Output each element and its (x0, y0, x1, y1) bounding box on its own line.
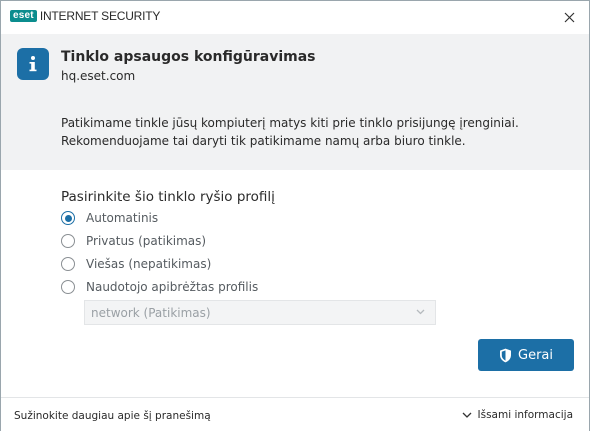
close-icon (564, 12, 574, 22)
header-panel: Tinklo apsaugos konfigūravimas hq.eset.c… (1, 34, 589, 170)
radio-button[interactable] (61, 257, 75, 271)
radio-button[interactable] (61, 280, 75, 294)
radio-custom-profile[interactable]: Naudotojo apibrėžtas profilis (61, 278, 258, 296)
radio-label: Naudotojo apibrėžtas profilis (86, 280, 259, 294)
radio-button[interactable] (61, 234, 75, 248)
close-button[interactable] (559, 7, 579, 27)
eset-logo: eset INTERNET SECURITY (10, 9, 161, 23)
dialog-window: eset INTERNET SECURITY Tinklo apsaugos k… (0, 0, 590, 431)
info-icon (17, 48, 49, 80)
ok-button[interactable]: Gerai (478, 339, 574, 371)
product-name: INTERNET SECURITY (39, 9, 161, 23)
chevron-down-icon (416, 309, 425, 315)
radio-label: Viešas (nepatikimas) (86, 257, 212, 271)
description-line: Rekomenduojame tai daryti tik patikimame… (61, 134, 466, 148)
radio-automatic[interactable]: Automatinis (61, 209, 158, 227)
logo-badge: eset (10, 10, 37, 22)
description-line: Patikimame tinkle jūsų kompiuterį matys … (61, 116, 519, 130)
select-value: network (Patikimas) (91, 306, 211, 320)
learn-more-link[interactable]: Sužinokite daugiau apie šį pranešimą (14, 410, 211, 422)
custom-profile-select[interactable]: network (Patikimas) (84, 300, 436, 325)
shield-icon (500, 348, 511, 362)
ok-button-label: Gerai (518, 347, 553, 363)
radio-button[interactable] (61, 211, 75, 225)
radio-label: Privatus (patikimas) (86, 234, 207, 248)
radio-label: Automatinis (86, 211, 159, 225)
details-label: Išsami informacija (477, 409, 573, 421)
network-name: hq.eset.com (61, 69, 136, 83)
header-description: Patikimame tinkle jūsų kompiuterį matys … (61, 114, 561, 150)
chevron-down-icon (462, 412, 472, 418)
footer: Sužinokite daugiau apie šį pranešimą Išs… (1, 397, 589, 431)
radio-public[interactable]: Viešas (nepatikimas) (61, 255, 211, 273)
radio-private[interactable]: Privatus (patikimas) (61, 232, 206, 250)
details-toggle[interactable]: Išsami informacija (462, 409, 573, 421)
title-bar: eset INTERNET SECURITY (1, 1, 589, 33)
profile-section-title: Pasirinkite šio tinklo ryšio profilį (61, 189, 275, 205)
page-title: Tinklo apsaugos konfigūravimas (61, 49, 316, 65)
